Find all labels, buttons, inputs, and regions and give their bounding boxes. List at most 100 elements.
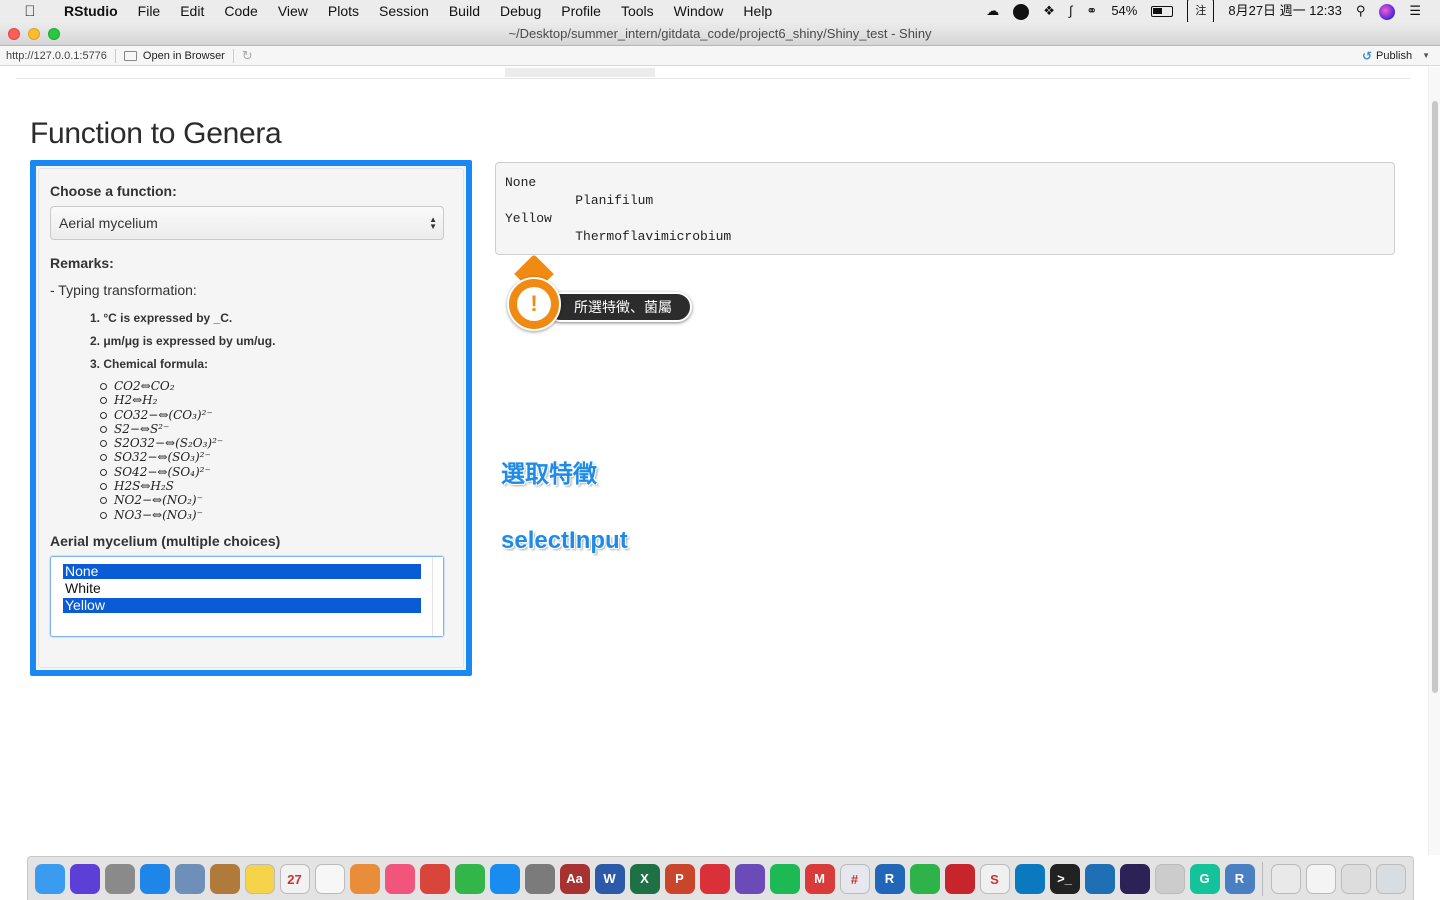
formula-list: CO2⇔CO₂ H2⇔H₂ CO32−⇔(CO₃)²⁻ S2−⇔S²⁻ S2O3… bbox=[99, 379, 223, 522]
mendeley-icon[interactable] bbox=[944, 863, 975, 894]
publish-icon: ↺ bbox=[1361, 49, 1372, 63]
menu-tools[interactable]: Tools bbox=[611, 0, 664, 22]
clock[interactable]: 8月27日 週一 12:33 bbox=[1221, 0, 1348, 22]
menu-code[interactable]: Code bbox=[214, 0, 267, 22]
callout-label: 所選特徵、菌屬 bbox=[546, 292, 692, 322]
r-icon[interactable]: R bbox=[874, 863, 905, 894]
vscode-icon[interactable] bbox=[1084, 863, 1115, 894]
formula-item: H2⇔H₂ bbox=[99, 393, 223, 407]
color-multi-select[interactable]: None White Yellow bbox=[50, 556, 444, 637]
formula-item: CO2⇔CO₂ bbox=[99, 379, 223, 393]
djview-icon[interactable] bbox=[734, 863, 765, 894]
python-stack-icon[interactable] bbox=[1340, 863, 1371, 894]
battery-icon[interactable] bbox=[1144, 0, 1180, 22]
chrome-icon[interactable] bbox=[419, 863, 450, 894]
function-select-label: Choose a function: bbox=[50, 183, 177, 199]
eclipse-icon[interactable] bbox=[1119, 863, 1150, 894]
cloud-upload-icon[interactable]: ☁ bbox=[979, 0, 1006, 22]
preview-icon[interactable] bbox=[174, 863, 205, 894]
formula-item: SO42−⇔(SO₄)²⁻ bbox=[99, 465, 223, 479]
vertical-scrollbar[interactable] bbox=[1428, 67, 1440, 855]
slack-icon[interactable]: # bbox=[839, 863, 870, 894]
launchpad-icon[interactable] bbox=[104, 863, 135, 894]
horizontal-scroll-thumb[interactable] bbox=[505, 68, 655, 77]
pdf-icon[interactable] bbox=[699, 863, 730, 894]
annotation-select-input: selectInput bbox=[501, 527, 628, 554]
dock-divider bbox=[1262, 861, 1263, 896]
evernote-helper-icon[interactable]: ❖ bbox=[1036, 0, 1062, 22]
safari-icon[interactable] bbox=[139, 863, 170, 894]
notes-icon[interactable] bbox=[244, 863, 275, 894]
folder-stack-icon[interactable] bbox=[1270, 863, 1301, 894]
formula-item: NO2−⇔(NO₂)⁻ bbox=[99, 493, 223, 507]
wifi-icon[interactable]: ⚭ bbox=[1079, 0, 1104, 22]
open-in-browser-button[interactable]: Open in Browser bbox=[123, 49, 225, 62]
function-select[interactable]: Aerial mycelium ▲ ▼ bbox=[50, 206, 444, 240]
notification-center-icon[interactable]: ☰ bbox=[1402, 0, 1428, 22]
warning-icon: ! bbox=[507, 277, 561, 331]
reminders-icon[interactable] bbox=[314, 863, 345, 894]
vertical-scroll-thumb[interactable] bbox=[1432, 101, 1438, 693]
remark-item: 3. Chemical formula: bbox=[90, 357, 209, 371]
word-icon[interactable]: W bbox=[594, 863, 625, 894]
sync-icon[interactable] bbox=[1006, 0, 1036, 22]
menu-bar:  RStudio File Edit Code View Plots Sess… bbox=[0, 0, 1440, 23]
option-white[interactable]: White bbox=[63, 581, 421, 596]
scrivener-icon[interactable]: S bbox=[979, 863, 1010, 894]
shiny-viewer: Function to Genera Choose a function: Ae… bbox=[0, 67, 1428, 855]
dock: 27 Aa W X P M # R S >_ G R bbox=[27, 856, 1414, 900]
calendar-icon[interactable]: 27 bbox=[279, 863, 310, 894]
sidebar-panel: Choose a function: Aerial mycelium ▲ ▼ Re… bbox=[30, 160, 472, 676]
menu-help[interactable]: Help bbox=[733, 0, 782, 22]
line-icon[interactable] bbox=[454, 863, 485, 894]
menu-build[interactable]: Build bbox=[439, 0, 490, 22]
trash-icon[interactable] bbox=[1375, 863, 1406, 894]
photos-icon[interactable] bbox=[349, 863, 380, 894]
bluetooth-icon[interactable]: ∫ bbox=[1062, 0, 1080, 22]
app-store-icon[interactable] bbox=[489, 863, 520, 894]
list-scrollbar[interactable] bbox=[432, 557, 443, 636]
siri-icon[interactable] bbox=[69, 863, 100, 894]
menu-file[interactable]: File bbox=[128, 0, 171, 22]
menu-edit[interactable]: Edit bbox=[170, 0, 214, 22]
rstudio-icon[interactable]: R bbox=[1224, 863, 1255, 894]
menu-window[interactable]: Window bbox=[664, 0, 734, 22]
menu-view[interactable]: View bbox=[268, 0, 318, 22]
option-yellow[interactable]: Yellow bbox=[63, 598, 421, 613]
system-preferences-icon[interactable] bbox=[524, 863, 555, 894]
spotify-icon[interactable] bbox=[769, 863, 800, 894]
ntfs-icon[interactable] bbox=[1154, 863, 1185, 894]
dictionary-icon[interactable]: Aa bbox=[559, 863, 590, 894]
formula-item: S2−⇔S²⁻ bbox=[99, 422, 223, 436]
menu-profile[interactable]: Profile bbox=[551, 0, 611, 22]
mail-icon[interactable]: M bbox=[804, 863, 835, 894]
menu-app-name[interactable]: RStudio bbox=[54, 0, 128, 22]
viewer-toolbar: http://127.0.0.1:5776 Open in Browser ↻ … bbox=[0, 46, 1440, 66]
divider bbox=[16, 78, 1410, 79]
excel-icon[interactable]: X bbox=[629, 863, 660, 894]
open-in-browser-icon bbox=[123, 50, 137, 61]
finder-icon[interactable] bbox=[34, 863, 65, 894]
terminal-icon[interactable]: >_ bbox=[1049, 863, 1080, 894]
apple-menu-icon[interactable]:  bbox=[20, 3, 40, 20]
app-url[interactable]: http://127.0.0.1:5776 bbox=[6, 50, 107, 62]
option-none[interactable]: None bbox=[63, 564, 421, 579]
battery-percent[interactable]: 54% bbox=[1104, 0, 1144, 22]
menu-plots[interactable]: Plots bbox=[318, 0, 369, 22]
downloads-stack-icon[interactable] bbox=[1305, 863, 1336, 894]
trello-icon[interactable] bbox=[1014, 863, 1045, 894]
menu-debug[interactable]: Debug bbox=[490, 0, 551, 22]
notefile-icon[interactable] bbox=[209, 863, 240, 894]
itunes-icon[interactable] bbox=[384, 863, 415, 894]
publish-button[interactable]: ↺ Publish ▼ bbox=[1362, 46, 1430, 66]
input-method-icon[interactable]: 注 bbox=[1180, 0, 1221, 23]
evernote-icon[interactable] bbox=[909, 863, 940, 894]
spotlight-search-icon[interactable]: ⚲ bbox=[1349, 0, 1373, 22]
grammarly-icon[interactable]: G bbox=[1189, 863, 1220, 894]
siri-icon[interactable] bbox=[1372, 0, 1402, 22]
menu-session[interactable]: Session bbox=[369, 0, 439, 22]
open-in-browser-label: Open in Browser bbox=[142, 49, 225, 62]
refresh-icon[interactable]: ↻ bbox=[242, 48, 253, 64]
result-output: None Planifilum Yellow Thermoflavimicrob… bbox=[495, 162, 1395, 255]
powerpoint-icon[interactable]: P bbox=[664, 863, 695, 894]
